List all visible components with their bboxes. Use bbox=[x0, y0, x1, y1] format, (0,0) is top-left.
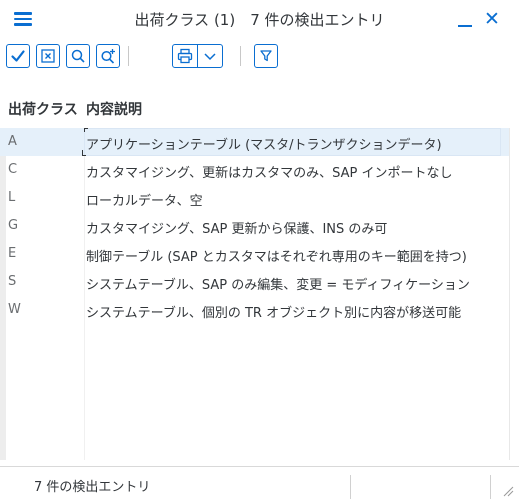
print-dropdown-button[interactable] bbox=[197, 44, 223, 68]
search-more-button[interactable] bbox=[96, 44, 120, 68]
row-description: カスタマイジング、更新はカスタマのみ、SAP インポートなし bbox=[86, 166, 453, 181]
close-icon[interactable]: ✕ bbox=[484, 8, 500, 30]
filter-button[interactable] bbox=[254, 44, 278, 68]
chevron-down-icon bbox=[204, 53, 216, 61]
column-header-shipping-class[interactable]: 出荷クラス bbox=[8, 99, 78, 119]
column-header-description[interactable]: 内容説明 bbox=[86, 99, 142, 119]
minimize-icon[interactable] bbox=[456, 10, 474, 30]
filter-icon bbox=[260, 50, 272, 62]
table-row[interactable]: E 制御テーブル (SAP とカスタマはそれぞれ専用のキー範囲を持つ) bbox=[0, 240, 509, 268]
scroll-edge bbox=[509, 128, 510, 460]
close-box-icon bbox=[41, 49, 55, 63]
row-description: カスタマイジング、SAP 更新から保護、INS のみ可 bbox=[86, 222, 388, 237]
table-row[interactable]: G カスタマイジング、SAP 更新から保護、INS のみ可 bbox=[0, 212, 509, 240]
row-code: L bbox=[8, 190, 16, 205]
table-header: 出荷クラス 内容説明 bbox=[0, 88, 519, 128]
search-button[interactable] bbox=[66, 44, 90, 68]
title-bar: 出荷クラス (1) 7 件の検出エントリ ✕ bbox=[0, 0, 519, 38]
row-description: システムテーブル、個別の TR オブジェクト別に内容が移送可能 bbox=[86, 306, 462, 321]
row-description: アプリケーションテーブル (マスタ/トランザクションデータ) bbox=[86, 138, 442, 153]
confirm-button[interactable] bbox=[6, 44, 30, 68]
row-description: 制御テーブル (SAP とカスタマはそれぞれ専用のキー範囲を持つ) bbox=[86, 250, 467, 265]
cancel-button[interactable] bbox=[36, 44, 60, 68]
window-title: 出荷クラス (1) 7 件の検出エントリ bbox=[134, 11, 385, 29]
table-row[interactable]: A アプリケーションテーブル (マスタ/トランザクションデータ) bbox=[0, 128, 509, 156]
row-code: W bbox=[8, 302, 21, 317]
toolbar-separator bbox=[240, 46, 241, 66]
table-row[interactable]: W システムテーブル、個別の TR オブジェクト別に内容が移送可能 bbox=[0, 296, 509, 324]
toolbar bbox=[0, 42, 519, 74]
row-code: C bbox=[8, 162, 18, 177]
search-plus-icon bbox=[101, 49, 115, 64]
table-row[interactable]: L ローカルデータ、空 bbox=[0, 184, 509, 212]
toolbar-separator bbox=[128, 46, 129, 66]
row-description: システムテーブル、SAP のみ編集、変更 = モディフィケーション bbox=[86, 278, 470, 293]
row-code: E bbox=[8, 246, 17, 261]
status-separator bbox=[350, 475, 351, 499]
status-text: 7 件の検出エントリ bbox=[34, 480, 151, 495]
row-code: A bbox=[8, 134, 17, 149]
search-icon bbox=[71, 49, 85, 63]
print-icon bbox=[177, 48, 193, 64]
table-row[interactable]: S システムテーブル、SAP のみ編集、変更 = モディフィケーション bbox=[0, 268, 509, 296]
row-description: ローカルデータ、空 bbox=[86, 194, 203, 209]
results-table: 出荷クラス 内容説明 A アプリケーションテーブル (マスタ/トランザクションデ… bbox=[0, 88, 519, 460]
print-button[interactable] bbox=[172, 44, 198, 68]
row-code: S bbox=[8, 274, 17, 289]
checkmark-icon bbox=[11, 50, 25, 62]
row-code: G bbox=[8, 218, 19, 233]
status-bar: 7 件の検出エントリ bbox=[0, 466, 519, 502]
resize-grip-icon[interactable] bbox=[500, 483, 514, 497]
status-separator bbox=[490, 475, 491, 499]
table-row[interactable]: C カスタマイジング、更新はカスタマのみ、SAP インポートなし bbox=[0, 156, 509, 184]
